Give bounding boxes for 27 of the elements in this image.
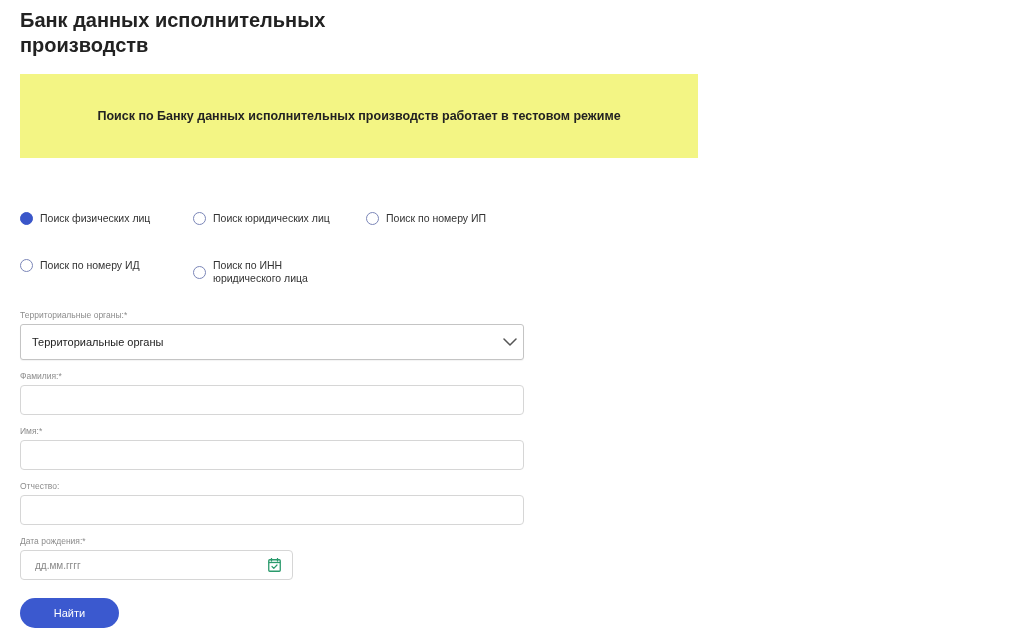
page-title: Банк данных исполнительных производств [20,8,327,58]
radio-label: Поиск по ИНН юридического лица [213,259,309,285]
field-label: Имя:* [20,425,43,437]
field-label: Отчество: [20,480,60,492]
radio-button[interactable] [193,212,206,225]
search-button[interactable]: Найти [20,598,119,628]
text-input-field[interactable] [20,385,524,415]
select-value: Территориальные органы [32,334,164,350]
radio-label: Поиск по номеру ИД [40,259,140,272]
field-label: Дата рождения:* [20,535,86,547]
text-input-field[interactable] [20,495,524,525]
text-input-field[interactable] [20,440,524,470]
chevron-down-icon [503,338,517,346]
radio-label: Поиск физических лиц [40,212,151,225]
field-label: Фамилия:* [20,370,62,382]
radio-button[interactable] [193,265,206,279]
field-label: Территориальные органы:* [20,309,128,321]
calendar-icon[interactable] [268,558,281,572]
radio-label: Поиск юридических лиц [213,212,330,225]
radio-button[interactable] [20,212,33,225]
radio-label: Поиск по номеру ИП [386,212,487,225]
date-placeholder: дд.мм.гггг [35,558,81,573]
region-select[interactable]: Территориальные органы [20,324,524,360]
radio-button[interactable] [366,212,379,225]
date-input-field[interactable]: дд.мм.гггг [20,550,293,580]
notice-text: Поиск по Банку данных исполнительных производств работает в тестовом режиме [97,107,621,125]
radio-button[interactable] [20,259,33,272]
